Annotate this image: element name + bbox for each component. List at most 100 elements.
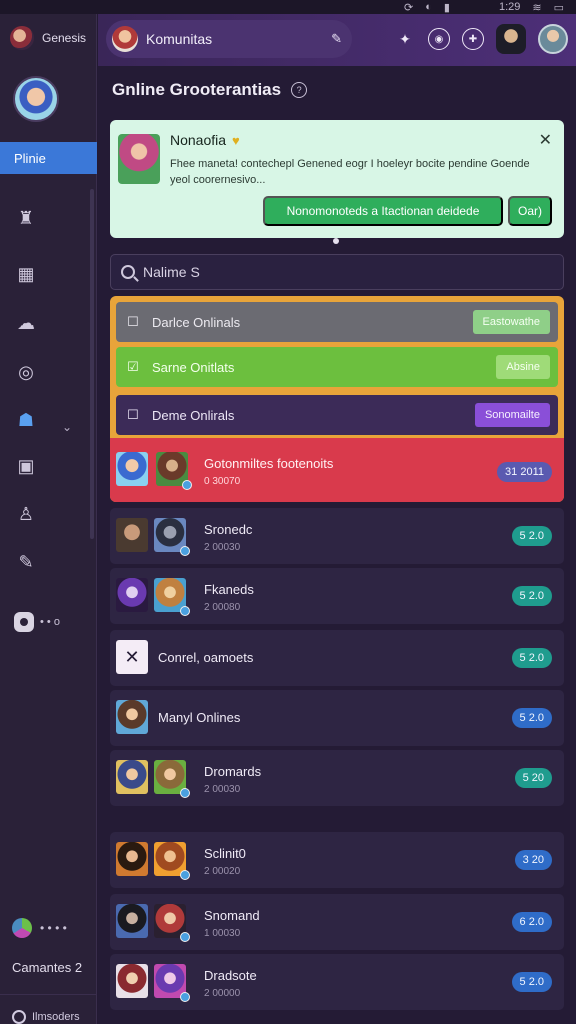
chevron-down-icon[interactable]: ⌄ [62,420,72,434]
row-title: Sronedc [204,522,253,537]
notice-title: Nonaofia [170,132,227,148]
avatar [116,842,148,876]
row-subtitle: 2 00080 [204,602,241,613]
profile-avatar[interactable] [13,76,59,122]
filter-action-button[interactable]: Eastowathe [472,310,550,334]
search-input[interactable]: Nalime S [143,264,200,280]
filter-row[interactable]: ☑ Sarne Onitlats Absine [116,347,558,387]
row-title: Dradsote [204,968,257,983]
avatar [116,452,148,486]
avatar [116,904,148,938]
cloud-icon[interactable]: ☁ [14,311,38,335]
row-title: Fkaneds [204,582,254,597]
calendar-icon[interactable]: ▦ [14,262,38,286]
channel-title: Komunitas [146,31,213,47]
list-item[interactable]: Sclinit0 2 00020 3 20 [110,832,564,888]
sidebar-scrollbar[interactable] [90,189,94,539]
list-item[interactable]: ✕ Conrel, oamoets 5 2.0 [110,630,564,686]
gamepad-icon[interactable]: ♜ [14,206,38,230]
sync-icon: ⟳ [404,1,414,14]
filter-label: Sarne Onitlats [152,359,235,375]
add-icon[interactable]: ✦ [394,28,416,50]
highlighted-row[interactable]: Gotonmiltes footenoits 0 30070 31 2011 [110,438,564,502]
row-title: Gotonmiltes footenoits [204,456,334,471]
avatar [116,760,148,794]
checkbox-icon[interactable]: ☐ [126,314,140,329]
row-subtitle: 0 30070 [204,476,241,487]
sidebar-footer-label: Ilmsoders [32,1010,80,1023]
image-icon[interactable]: ▣ [14,454,38,478]
row-title: Conrel, oamoets [158,650,254,665]
pen-icon[interactable]: ✎ [14,550,38,574]
sidebar-header[interactable]: Genesis [10,26,86,50]
account-avatar[interactable] [538,24,568,54]
server-avatar [10,26,34,50]
status-time: 1:29 [498,1,521,13]
list-item[interactable]: Fkaneds 2 00080 5 2.0 [110,568,564,624]
avatar [154,964,190,1002]
heart-icon: ♥ [232,132,240,148]
help-icon[interactable]: ? [291,82,308,98]
friend-avatar[interactable] [496,24,526,54]
list-item[interactable]: Manyl Onlines 5 2.0 [110,690,564,746]
avatar [116,700,148,734]
notification-icon[interactable]: ✚ [462,28,484,50]
avatar [116,964,148,998]
list-item[interactable]: Dromards 2 00030 5 20 [110,750,564,806]
verified-icon [180,870,190,880]
score-badge: 5 2.0 [511,586,552,606]
battery-icon: ▭ [553,1,564,14]
person-icon[interactable]: ♙ [14,502,38,526]
list-item[interactable]: Dradsote 2 00000 5 2.0 [110,954,564,1010]
avatar [154,760,190,798]
row-subtitle: 2 00020 [204,866,241,877]
sidebar-user[interactable]: • • • • [12,918,67,938]
compass-icon[interactable]: ◉ [428,28,450,50]
channel-title-box[interactable]: Komunitas ✎ [106,20,352,58]
sidebar-user-label: • • • • [40,921,67,935]
toggle-label: • • o [40,616,60,628]
users-icon[interactable]: ☗ [14,408,38,432]
pin-icon[interactable]: ✎ [331,31,342,47]
search-icon [121,265,135,279]
close-icon[interactable]: ✕ [539,130,552,150]
checkbox-checked-icon[interactable]: ☑ [126,359,140,374]
notice-primary-button[interactable]: Nonomonoteds a Itactionan deidede [263,196,503,226]
avatar [154,842,190,880]
top-actions: ✦ ◉ ✚ [394,24,568,54]
verified-icon [180,992,190,1002]
search-field[interactable]: Nalime S [110,254,564,290]
notice-thumbnail [118,134,160,184]
avatar [116,518,148,552]
carousel-dot[interactable] [333,238,339,244]
page-title: Gnline Grooterantias [112,80,282,99]
checkbox-icon[interactable]: ☐ [126,407,140,422]
score-badge: 5 2.0 [511,708,552,728]
list-item[interactable]: Sronedc 2 00030 5 2.0 [110,508,564,564]
score-badge: 6 2.0 [511,912,552,932]
verified-icon [180,546,190,556]
notice-secondary-button[interactable]: Oar) [508,196,552,226]
verified-icon [180,932,190,942]
wifi-icon: ≋ [532,1,542,14]
score-badge: 5 2.0 [511,972,552,992]
sidebar-count-label[interactable]: Camantes 2 [12,960,82,975]
filter-action-button[interactable]: Sonomailte [474,403,550,427]
filter-row[interactable]: ☐ Darlce Onlinals Eastowathe [116,302,558,342]
row-subtitle: 2 00000 [204,988,241,999]
sidebar-footer[interactable]: Ilmsoders [0,994,97,1024]
app-window: ⟳ ◐ ▮ 1:29 ≋ ▭ Genesis Plinie ♜ ▦ ☁ ◎ ☗ … [0,0,576,1024]
score-badge: 5 20 [514,768,552,788]
list-item[interactable]: Snomand 1 00030 6 2.0 [110,894,564,950]
status-toggle[interactable]: • • o [14,612,60,632]
row-title: Dromards [204,764,262,779]
avatar [154,578,190,616]
filter-label: Deme Onlirals [152,407,235,423]
score-badge: 5 2.0 [511,648,552,668]
verified-icon [182,480,192,490]
globe-icon[interactable]: ◎ [14,360,38,384]
sidebar-item-active[interactable]: Plinie [0,142,97,174]
filter-panel: ☐ Darlce Onlinals Eastowathe ☑ Sarne Oni… [110,296,564,502]
filter-row[interactable]: ☐ Deme Onlirals Sonomailte [116,395,558,435]
filter-action-button[interactable]: Absine [496,355,550,379]
